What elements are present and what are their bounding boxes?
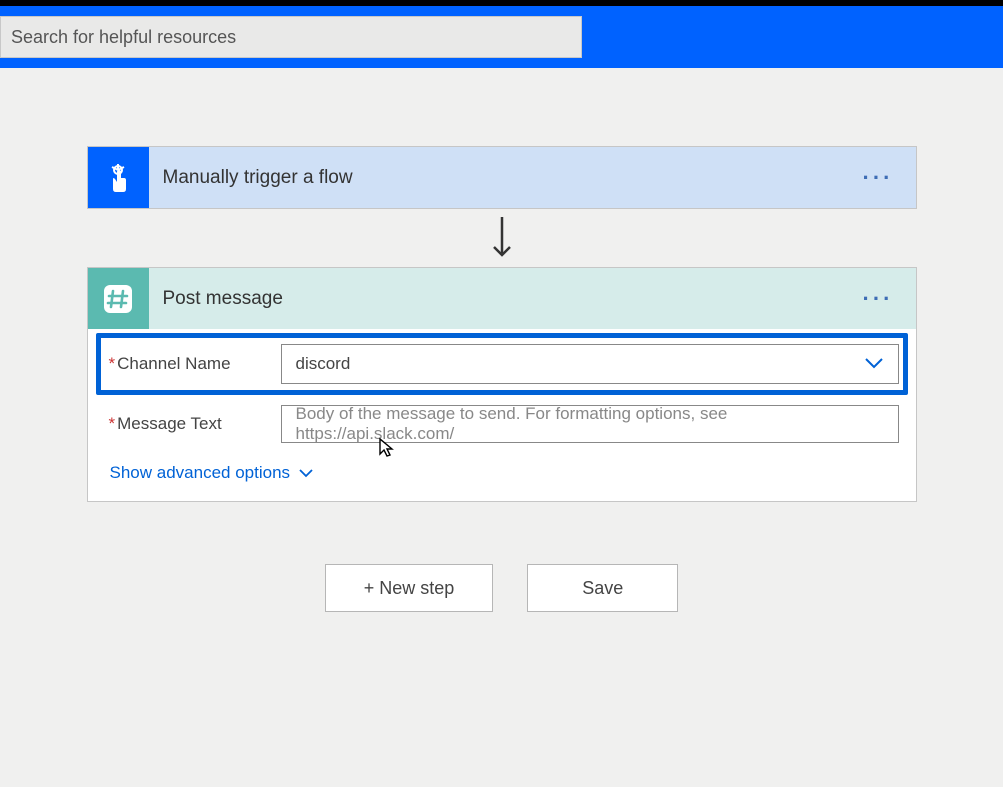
save-button[interactable]: Save xyxy=(527,564,678,612)
message-text-placeholder: Body of the message to send. For formatt… xyxy=(296,404,884,444)
show-advanced-options[interactable]: Show advanced options xyxy=(96,449,315,483)
action-card[interactable]: Post message ··· *Channel Name discord *… xyxy=(87,267,917,502)
advanced-options-label: Show advanced options xyxy=(110,463,291,483)
required-star: * xyxy=(109,354,116,373)
flow-canvas: Manually trigger a flow ··· xyxy=(0,68,1003,612)
message-text-input[interactable]: Body of the message to send. For formatt… xyxy=(281,405,899,443)
message-text-label: *Message Text xyxy=(105,414,281,434)
channel-name-label: *Channel Name xyxy=(105,354,281,374)
message-text-row: *Message Text Body of the message to sen… xyxy=(96,399,908,449)
new-step-label: + New step xyxy=(364,578,455,599)
trigger-more-menu[interactable]: ··· xyxy=(863,165,916,191)
search-placeholder: Search for helpful resources xyxy=(11,27,236,48)
footer-buttons: + New step Save xyxy=(325,564,679,612)
channel-name-label-text: Channel Name xyxy=(117,354,230,373)
trigger-header[interactable]: Manually trigger a flow ··· xyxy=(88,147,916,208)
chevron-down-icon xyxy=(298,468,314,478)
trigger-card[interactable]: Manually trigger a flow ··· xyxy=(87,146,917,209)
action-more-menu[interactable]: ··· xyxy=(863,286,916,312)
slack-hash-icon xyxy=(88,268,149,329)
action-body: *Channel Name discord *Message Text Body… xyxy=(88,329,916,501)
search-input[interactable]: Search for helpful resources xyxy=(0,16,582,58)
required-star: * xyxy=(109,414,116,433)
channel-name-dropdown[interactable]: discord xyxy=(281,344,899,384)
top-bar: Search for helpful resources xyxy=(0,6,1003,68)
chevron-down-icon xyxy=(864,354,884,374)
action-header[interactable]: Post message ··· xyxy=(88,268,916,329)
new-step-button[interactable]: + New step xyxy=(325,564,494,612)
save-label: Save xyxy=(582,578,623,599)
flow-arrow xyxy=(490,209,514,267)
channel-name-value: discord xyxy=(296,354,351,374)
channel-name-row: *Channel Name discord xyxy=(96,333,908,395)
trigger-title: Manually trigger a flow xyxy=(149,167,863,189)
manual-trigger-icon xyxy=(88,147,149,208)
action-title: Post message xyxy=(149,288,863,310)
message-text-label-text: Message Text xyxy=(117,414,222,433)
